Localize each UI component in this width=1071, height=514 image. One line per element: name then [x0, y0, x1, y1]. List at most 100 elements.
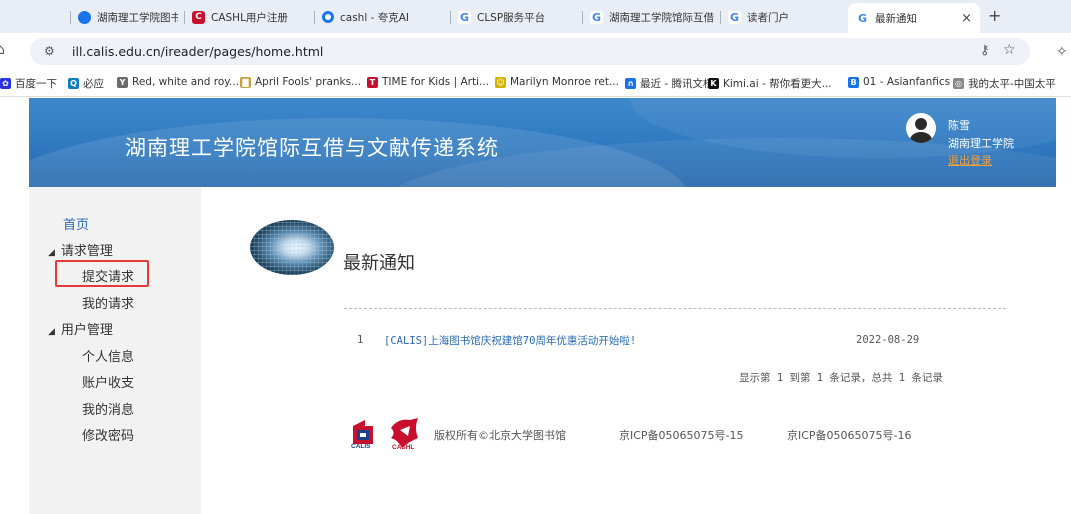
tab-separator: [314, 11, 315, 24]
bookmark-label: TIME for Kids | Arti...: [382, 76, 490, 88]
tab-separator: [450, 11, 451, 24]
bookmark-label: Marilyn Monroe ret...: [510, 76, 619, 88]
bing-icon: Q: [68, 78, 79, 89]
bookmark-label: Kimi.ai - 帮你看更大...: [723, 78, 832, 90]
image-texture: [250, 220, 334, 275]
google-icon: G: [856, 11, 869, 25]
tab-label: 最新通知: [875, 12, 917, 25]
bookmark-label: 百度一下: [15, 78, 57, 90]
kimi-icon: K: [708, 78, 719, 89]
logout-link[interactable]: 退出登录: [948, 152, 992, 168]
time-icon: T: [367, 76, 378, 88]
sidebar-item-profile[interactable]: 个人信息: [82, 346, 134, 365]
bookmark-item[interactable]: ◎ 我的太平-中国太平: [953, 76, 1056, 91]
bookmark-label: 01 - Asianfanfics: [863, 76, 951, 88]
bookmark-item[interactable]: ☺ Marilyn Monroe ret...: [495, 76, 619, 88]
bookmark-item[interactable]: ▇ April Fools' pranks...: [240, 76, 361, 88]
key-icon[interactable]: ⚷: [980, 43, 990, 58]
bookmark-item[interactable]: T TIME for Kids | Arti...: [367, 76, 489, 88]
notice-link[interactable]: [CALIS]上海图书馆庆祝建馆70周年优惠活动开始啦!: [384, 333, 636, 348]
tab-label: cashl - 夸克AI: [340, 11, 409, 24]
tab-separator: [582, 11, 583, 24]
bookmark-label: April Fools' pranks...: [255, 76, 362, 88]
section-divider: [344, 308, 1006, 309]
sidebar-item-messages[interactable]: 我的消息: [82, 399, 134, 418]
bookmark-item[interactable]: B 01 - Asianfanfics: [848, 76, 950, 88]
bookmark-item[interactable]: Y Red, white and roy...: [117, 76, 239, 88]
tab-quark[interactable]: cashl - 夸克AI: [314, 4, 444, 30]
tab-clsp[interactable]: G CLSP服务平台: [450, 4, 576, 30]
cashl-logo-text: CASHL: [392, 444, 415, 451]
quark-icon: [322, 11, 334, 23]
calis-logo-text: CALIS: [351, 443, 371, 450]
bookmarks-bar: ✿ 百度一下 Q 必应 Y Red, white and roy... ▇ April Foo…: [0, 70, 1071, 97]
icp-license-2[interactable]: 京ICP备05065075号-16: [787, 427, 912, 443]
browser-tab-strip: 湖南理工学院图书馆 C CASHL用户注册 cashl - 夸克AI G CLS…: [0, 0, 1071, 33]
copyright-text: 版权所有©北京大学图书馆: [434, 429, 566, 442]
google-icon: G: [590, 10, 603, 24]
bookmark-icon: ▇: [240, 76, 251, 88]
notice-index: 1: [357, 334, 364, 346]
user-name: 陈雪: [948, 119, 970, 132]
user-organization: 湖南理工学院: [948, 137, 1014, 150]
collapse-triangle-icon: ◢: [48, 327, 55, 337]
sidebar-group-user[interactable]: ◢ 用户管理: [48, 319, 113, 338]
tab-ill[interactable]: G 湖南理工学院馆际互借: [582, 4, 714, 30]
bookmark-label: Red, white and roy...: [132, 76, 240, 88]
google-icon: G: [728, 10, 741, 24]
tab-label: 湖南理工学院图书馆: [97, 11, 178, 24]
tab-separator: [184, 11, 185, 24]
sidebar-group-label: 用户管理: [60, 323, 113, 338]
pagination-info: 显示第 1 到第 1 条记录，总共 1 条记录: [739, 372, 943, 384]
bookmark-icon: B: [848, 76, 859, 88]
bookmark-item[interactable]: Q 必应: [68, 76, 104, 91]
new-tab-button[interactable]: +: [988, 6, 1001, 25]
bookmark-item[interactable]: ∩ 最近 - 腾讯文档: [625, 76, 713, 91]
bookmark-label: 最近 - 腾讯文档: [640, 78, 714, 90]
tab-label: CASHL用户注册: [211, 11, 288, 24]
yahoo-icon: Y: [117, 76, 128, 88]
tab-reader-portal[interactable]: G 读者门户: [720, 4, 838, 30]
sidebar-item-change-password[interactable]: 修改密码: [82, 425, 134, 444]
highlight-annotation: [55, 260, 149, 287]
site-banner: 湖南理工学院馆际互借与文献传递系统 陈雪 湖南理工学院 退出登录: [29, 98, 1056, 187]
user-avatar-icon: [906, 113, 936, 143]
sidebar-item-billing[interactable]: 账户收支: [82, 372, 134, 391]
tab-separator: [720, 11, 721, 24]
icp-license-1[interactable]: 京ICP备05065075号-15: [619, 427, 744, 443]
cashl-icon: C: [192, 10, 205, 24]
omnibox[interactable]: ⚙ ill.calis.edu.cn/ireader/pages/home.ht…: [30, 38, 1030, 65]
site-title: 湖南理工学院馆际互借与文献传递系统: [125, 136, 499, 160]
sidebar-item-my-requests[interactable]: 我的请求: [82, 293, 134, 312]
tab-label: 读者门户: [747, 11, 789, 24]
notice-date: 2022-08-29: [856, 334, 920, 346]
extensions-icon[interactable]: ✧: [1056, 44, 1068, 60]
tab-cashl-register[interactable]: C CASHL用户注册: [184, 4, 308, 30]
smiley-icon: ☺: [495, 76, 506, 88]
tab-separator: [70, 11, 71, 24]
bookmark-star-icon[interactable]: ☆: [1003, 42, 1016, 58]
bookmark-label: 我的太平-中国太平: [968, 78, 1056, 90]
tab-label: 湖南理工学院馆际互借: [609, 11, 714, 24]
taiping-icon: ◎: [953, 78, 964, 89]
tab-library[interactable]: 湖南理工学院图书馆: [70, 4, 178, 30]
bookmark-item[interactable]: ✿ 百度一下: [0, 76, 57, 91]
globe-icon: [78, 10, 91, 24]
site-settings-icon[interactable]: ⚙: [44, 44, 55, 58]
address-bar-row: ⌂ ⚙ ill.calis.edu.cn/ireader/pages/home.…: [0, 33, 1071, 70]
collapse-triangle-icon: ◢: [48, 248, 55, 258]
section-title: 最新通知: [343, 253, 415, 274]
bookmark-label: 必应: [83, 78, 104, 90]
sidebar-group-label: 请求管理: [60, 244, 113, 259]
close-icon[interactable]: ×: [961, 11, 972, 26]
baidu-icon: ✿: [0, 78, 11, 89]
bookmark-item[interactable]: K Kimi.ai - 帮你看更大...: [708, 76, 832, 91]
tab-label: CLSP服务平台: [477, 11, 546, 24]
sidebar-item-home[interactable]: 首页: [63, 214, 89, 233]
google-icon: G: [458, 10, 471, 24]
sidebar-group-requests[interactable]: ◢ 请求管理: [48, 240, 113, 259]
tab-latest-notice[interactable]: G 最新通知 ×: [848, 3, 980, 33]
home-icon[interactable]: ⌂: [0, 42, 5, 58]
url-text[interactable]: ill.calis.edu.cn/ireader/pages/home.html: [72, 44, 323, 59]
tencent-docs-icon: ∩: [625, 78, 636, 89]
